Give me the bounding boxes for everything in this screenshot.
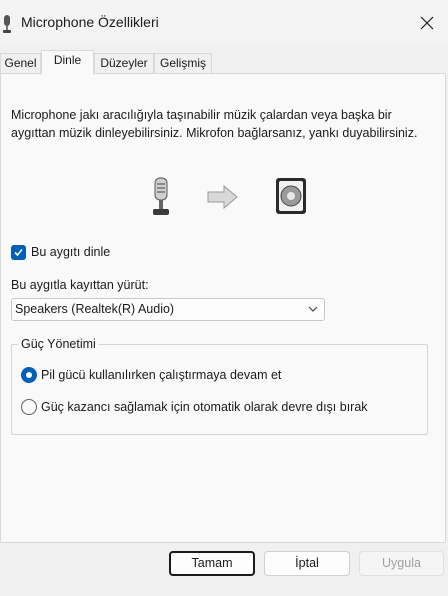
radio-continue-label: Pil gücü kullanılırken çalıştırmaya deva…	[41, 368, 282, 382]
ok-button[interactable]: Tamam	[169, 551, 255, 576]
close-icon	[420, 16, 434, 30]
tab-duzeyler[interactable]: Düzeyler	[94, 53, 154, 73]
radio-disable-button[interactable]	[21, 399, 37, 415]
tab-dinle[interactable]: Dinle	[41, 50, 94, 75]
microphone-icon	[153, 177, 169, 215]
apply-button[interactable]: Uygula	[359, 551, 444, 576]
power-management-title: Güç Yönetimi	[18, 337, 99, 351]
close-button[interactable]	[412, 10, 442, 36]
radio-disable-label: Güç kazancı sağlamak için otomatik olara…	[41, 400, 368, 414]
playback-device-label: Bu aygıtla kayıttan yürüt:	[11, 278, 149, 292]
listen-graphic	[153, 177, 306, 215]
playback-device-select[interactable]: Speakers (Realtek(R) Audio)	[11, 298, 325, 321]
listen-checkbox[interactable]	[11, 244, 26, 260]
radio-auto-disable[interactable]: Güç kazancı sağlamak için otomatik olara…	[21, 399, 368, 415]
title-bar: Microphone Özellikleri	[0, 0, 448, 44]
arrow-right-icon	[207, 184, 238, 210]
tab-gelismis[interactable]: Gelişmiş	[154, 53, 212, 73]
window-title: Microphone Özellikleri	[21, 14, 159, 30]
cancel-button[interactable]: İptal	[264, 551, 350, 576]
listen-description: Microphone jakı aracılığıyla taşınabilir…	[11, 108, 418, 140]
playback-device-value: Speakers (Realtek(R) Audio)	[15, 302, 175, 316]
tab-strip: Genel Dinle Düzeyler Gelişmiş	[0, 50, 448, 75]
speaker-icon	[276, 178, 306, 214]
microphone-icon	[3, 15, 11, 33]
chevron-down-icon	[308, 306, 318, 312]
listen-checkbox-label: Bu aygıtı dinle	[31, 245, 111, 259]
checkmark-icon	[14, 248, 23, 256]
power-management-group	[11, 344, 428, 435]
radio-continue-button[interactable]	[21, 367, 37, 383]
listen-checkbox-row[interactable]: Bu aygıtı dinle	[11, 243, 110, 261]
tab-genel[interactable]: Genel	[0, 53, 41, 73]
radio-continue-running[interactable]: Pil gücü kullanılırken çalıştırmaya deva…	[21, 367, 281, 383]
